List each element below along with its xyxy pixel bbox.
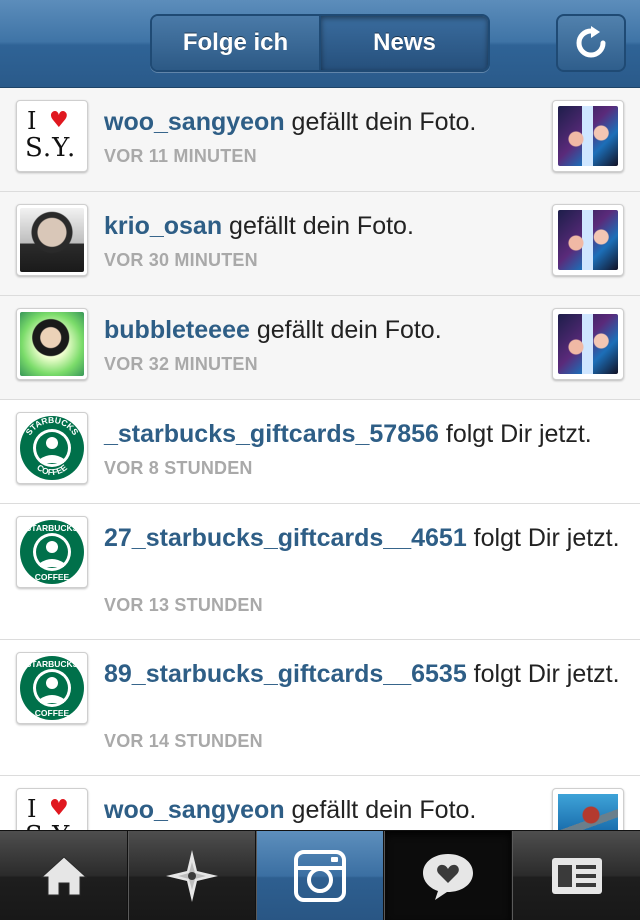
liked-photo	[558, 314, 618, 374]
liked-photo-thumbnail[interactable]	[552, 100, 624, 172]
avatar[interactable]: STARBUCKS COFFEE	[16, 516, 88, 588]
tab-news[interactable]	[384, 831, 512, 920]
feed-segmented-control: Folge ich News	[150, 14, 490, 72]
tab-explore[interactable]	[128, 831, 256, 920]
list-item[interactable]: I ♥ S.Y. woo_sangyeon gefällt dein Foto.…	[0, 88, 640, 192]
bottom-tab-bar	[0, 830, 640, 920]
starbucks-logo: STARBUCKS COFFEE	[20, 415, 84, 480]
username-link[interactable]: krio_osan	[104, 212, 222, 240]
liked-photo-thumbnail[interactable]	[552, 788, 624, 830]
svg-text:STARBUCKS: STARBUCKS	[26, 659, 79, 669]
avatar[interactable]: I ♥ S.Y.	[16, 788, 88, 830]
timestamp: VOR 11 MINUTEN	[104, 146, 257, 166]
liked-photo	[558, 210, 618, 270]
tab-home[interactable]	[0, 831, 128, 920]
timestamp: VOR 13 STUNDEN	[104, 595, 263, 615]
tab-profile[interactable]	[512, 831, 640, 920]
timestamp: VOR 30 MINUTEN	[104, 250, 258, 270]
list-item[interactable]: STARBUCKS COFFEE 89_starbucks_giftcards_…	[0, 640, 640, 776]
username-link[interactable]: bubbleteeee	[104, 316, 250, 344]
activity-action: folgt Dir jetzt.	[466, 524, 620, 552]
refresh-button[interactable]	[556, 14, 626, 72]
svg-text:STARBUCKS: STARBUCKS	[26, 523, 79, 533]
username-link[interactable]: _starbucks_giftcards_57856	[104, 420, 439, 448]
activity-text: bubbleteeee gefällt dein Foto.	[104, 314, 534, 347]
avatar[interactable]	[16, 204, 88, 276]
avatar[interactable]: I ♥ S.Y.	[16, 100, 88, 172]
activity-text: woo_sangyeon gefällt dein Foto.	[104, 106, 534, 139]
liked-photo-thumbnail[interactable]	[552, 308, 624, 380]
avatar[interactable]	[16, 308, 88, 380]
activity-action: gefällt dein Foto.	[249, 316, 442, 344]
username-link[interactable]: woo_sangyeon	[104, 796, 285, 824]
user-photo	[20, 208, 84, 272]
username-link[interactable]: 89_starbucks_giftcards__6535	[104, 660, 467, 688]
top-navigation-bar: Folge ich News	[0, 0, 640, 88]
refresh-icon	[576, 26, 606, 58]
i-love-sy-logo: I ♥ S.Y.	[25, 795, 75, 830]
activity-text: 89_starbucks_giftcards__6535 folgt Dir j…	[104, 658, 624, 691]
activity-text: krio_osan gefällt dein Foto.	[104, 210, 534, 243]
liked-photo-thumbnail[interactable]	[552, 204, 624, 276]
list-item[interactable]: I ♥ S.Y. woo_sangyeon gefällt dein Foto.	[0, 776, 640, 830]
activity-action: folgt Dir jetzt.	[438, 420, 592, 448]
liked-photo	[558, 794, 618, 830]
avatar[interactable]: STARBUCKS COFFEE	[16, 412, 88, 484]
tab-camera[interactable]	[256, 831, 384, 920]
news-heart-icon	[423, 854, 473, 900]
i-love-sy-logo: I ♥ S.Y.	[25, 107, 77, 163]
username-link[interactable]: woo_sangyeon	[104, 108, 285, 136]
activity-text: woo_sangyeon gefällt dein Foto.	[104, 794, 534, 827]
tab-news[interactable]: News	[321, 16, 488, 70]
home-icon	[40, 856, 87, 896]
timestamp: VOR 14 STUNDEN	[104, 731, 263, 751]
activity-action: gefällt dein Foto.	[222, 212, 414, 240]
activity-action: gefällt dein Foto.	[284, 108, 477, 136]
explore-icon	[166, 850, 218, 902]
starbucks-logo: STARBUCKS COFFEE	[20, 656, 84, 720]
activity-text: _starbucks_giftcards_57856 folgt Dir jet…	[104, 418, 624, 451]
svg-text:COFFEE: COFFEE	[35, 708, 70, 718]
list-item[interactable]: STARBUCKS COFFEE 27_starbucks_giftcards_…	[0, 504, 640, 640]
list-item[interactable]: STARBUCKS COFFEE _starbucks_giftcards_57…	[0, 400, 640, 504]
list-item[interactable]: krio_osan gefällt dein Foto. VOR 30 MINU…	[0, 192, 640, 296]
activity-action: gefällt dein Foto.	[284, 796, 477, 824]
camera-icon	[294, 850, 346, 902]
timestamp: VOR 8 STUNDEN	[104, 458, 253, 478]
liked-photo	[558, 106, 618, 166]
heart-icon: ♥	[49, 108, 69, 133]
svg-text:COFFEE: COFFEE	[35, 572, 70, 582]
activity-action: folgt Dir jetzt.	[466, 660, 620, 688]
list-item[interactable]: bubbleteeee gefällt dein Foto. VOR 32 MI…	[0, 296, 640, 400]
heart-icon: ♥	[49, 796, 69, 821]
timestamp: VOR 32 MINUTEN	[104, 354, 258, 374]
username-link[interactable]: 27_starbucks_giftcards__4651	[104, 524, 467, 552]
user-photo	[20, 312, 84, 376]
news-feed-list[interactable]: I ♥ S.Y. woo_sangyeon gefällt dein Foto.…	[0, 88, 640, 830]
tab-following[interactable]: Folge ich	[152, 16, 321, 70]
activity-text: 27_starbucks_giftcards__4651 folgt Dir j…	[104, 522, 624, 555]
avatar[interactable]: STARBUCKS COFFEE	[16, 652, 88, 724]
profile-icon	[551, 858, 602, 894]
starbucks-logo: STARBUCKS COFFEE	[20, 520, 84, 584]
